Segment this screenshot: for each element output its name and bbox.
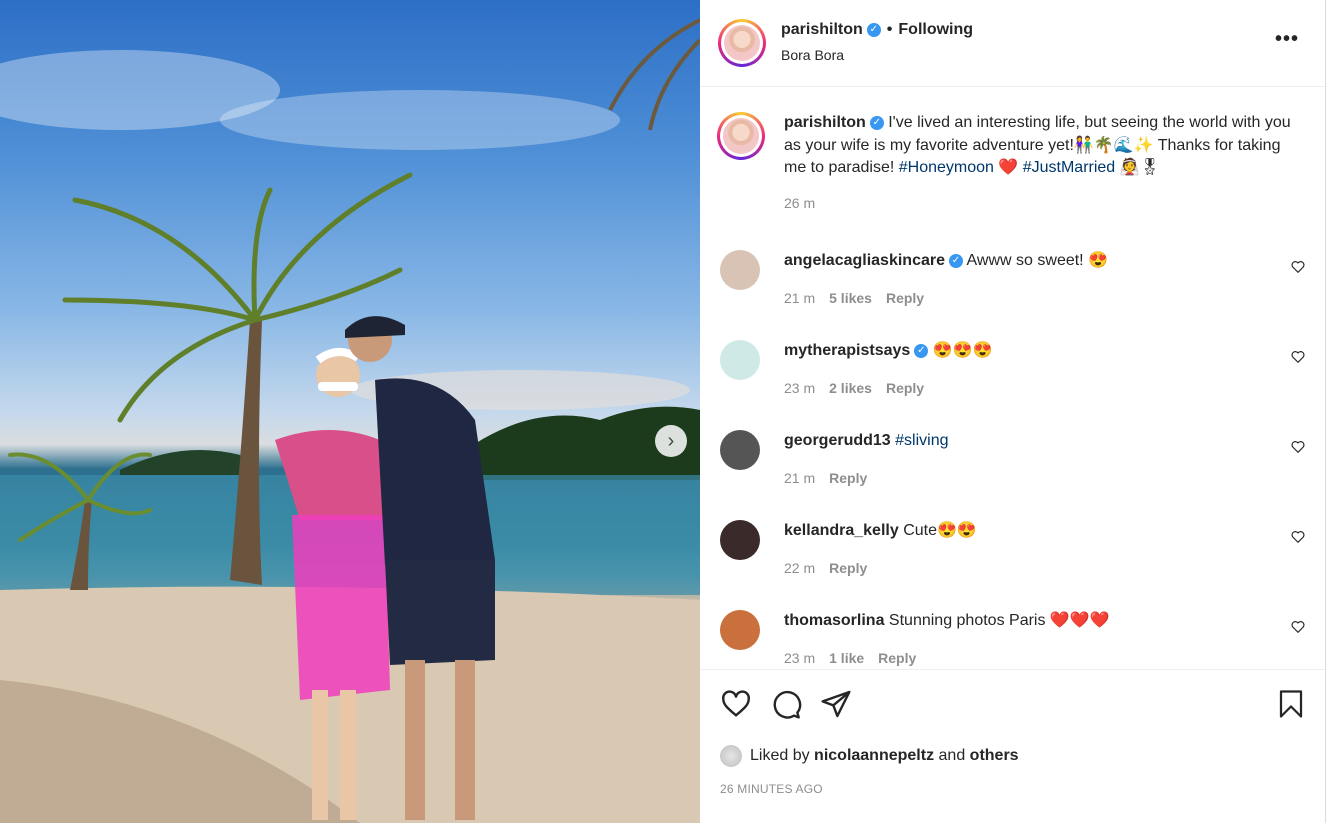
liked-and: and	[934, 747, 970, 765]
caption-emoji-heart: ❤️	[993, 159, 1023, 176]
heart-icon[interactable]	[720, 688, 752, 720]
commenter-avatar[interactable]	[720, 520, 760, 560]
commenter-username[interactable]: angelacagliaskincare	[784, 252, 945, 269]
commenter-avatar[interactable]	[720, 250, 760, 290]
comment-text: Cute😍😍	[903, 522, 977, 539]
liked-prefix: Liked by	[750, 747, 815, 765]
caption-avatar[interactable]	[717, 112, 765, 160]
caption-username[interactable]: parishilton	[784, 114, 866, 131]
comment-icon[interactable]	[770, 688, 802, 720]
verified-badge-icon: ✓	[866, 22, 881, 37]
post-side-panel: parishilton ✓ • Following Bora Bora ••• par…	[700, 0, 1326, 823]
comment-likes[interactable]: 5 likes	[829, 290, 872, 306]
comment-likes[interactable]: 2 likes	[829, 380, 872, 396]
following-button[interactable]: Following	[898, 21, 973, 38]
comment-time[interactable]: 23 m	[784, 380, 815, 396]
like-comment-heart-icon[interactable]	[1291, 260, 1305, 274]
comments-list[interactable]: parishilton ✓ I've lived an interesting l…	[700, 86, 1325, 668]
verified-badge-icon: ✓	[914, 343, 929, 358]
comment-text: Stunning photos Paris ❤️❤️❤️	[888, 612, 1110, 629]
reply-button[interactable]: Reply	[829, 470, 867, 486]
like-comment-heart-icon[interactable]	[1291, 530, 1305, 544]
hashtag-justmarried[interactable]: #JustMarried	[1023, 159, 1115, 176]
liked-by-others[interactable]: others	[970, 747, 1019, 764]
comment-time[interactable]: 21 m	[784, 470, 815, 486]
liked-by-avatar[interactable]	[720, 745, 742, 767]
reply-button[interactable]: Reply	[886, 380, 924, 396]
reply-button[interactable]: Reply	[878, 650, 916, 666]
author-avatar[interactable]	[718, 19, 766, 67]
caption-emoji-end: 👰🎖	[1115, 159, 1160, 176]
caption-body: parishilton ✓ I've lived an interesting l…	[784, 112, 1294, 214]
more-options-icon[interactable]: •••	[1275, 28, 1299, 51]
comment-likes[interactable]: 1 like	[829, 650, 864, 666]
comment-time[interactable]: 22 m	[784, 560, 815, 576]
comment-text: Awww so sweet! 😍	[966, 252, 1108, 269]
comment-time[interactable]: 23 m	[784, 650, 815, 666]
like-comment-heart-icon[interactable]	[1291, 440, 1305, 454]
commenter-avatar[interactable]	[720, 340, 760, 380]
post-photo[interactable]: ›	[0, 0, 700, 823]
header-user-line: parishilton ✓ • Following	[781, 21, 973, 39]
like-comment-heart-icon[interactable]	[1291, 350, 1305, 364]
commenter-avatar[interactable]	[720, 430, 760, 470]
caption-time[interactable]: 26 m	[784, 195, 815, 211]
share-icon[interactable]	[820, 688, 852, 720]
post-actions: Liked by nicolaannepeltz and others 26 M…	[700, 669, 1325, 824]
next-photo-button[interactable]: ›	[655, 425, 687, 457]
hashtag-sliving[interactable]: #sliving	[895, 432, 948, 449]
beach-scene-image	[0, 18, 700, 823]
author-username[interactable]: parishilton	[781, 21, 863, 38]
liked-by: Liked by nicolaannepeltz and others	[720, 745, 1019, 767]
separator-dot: •	[886, 21, 893, 38]
commenter-username[interactable]: thomasorlina	[784, 612, 884, 629]
reply-button[interactable]: Reply	[886, 290, 924, 306]
chevron-right-icon: ›	[667, 429, 675, 452]
hashtag-honeymoon[interactable]: #Honeymoon	[899, 159, 994, 176]
bookmark-icon[interactable]	[1276, 688, 1306, 720]
post-timestamp[interactable]: 26 MINUTES AGO	[720, 782, 823, 796]
commenter-avatar[interactable]	[720, 610, 760, 650]
reply-button[interactable]: Reply	[829, 560, 867, 576]
post-location[interactable]: Bora Bora	[781, 47, 844, 63]
commenter-username[interactable]: kellandra_kelly	[784, 522, 899, 539]
commenter-username[interactable]: georgerudd13	[784, 432, 891, 449]
comment-text: 😍😍😍	[932, 342, 993, 359]
verified-badge-icon: ✓	[869, 115, 884, 130]
verified-badge-icon: ✓	[948, 253, 963, 268]
post-header: parishilton ✓ • Following Bora Bora •••	[700, 0, 1325, 87]
comment-time[interactable]: 21 m	[784, 290, 815, 306]
liked-by-username[interactable]: nicolaannepeltz	[814, 747, 934, 764]
commenter-username[interactable]: mytherapistsays	[784, 342, 910, 359]
like-comment-heart-icon[interactable]	[1291, 620, 1305, 634]
